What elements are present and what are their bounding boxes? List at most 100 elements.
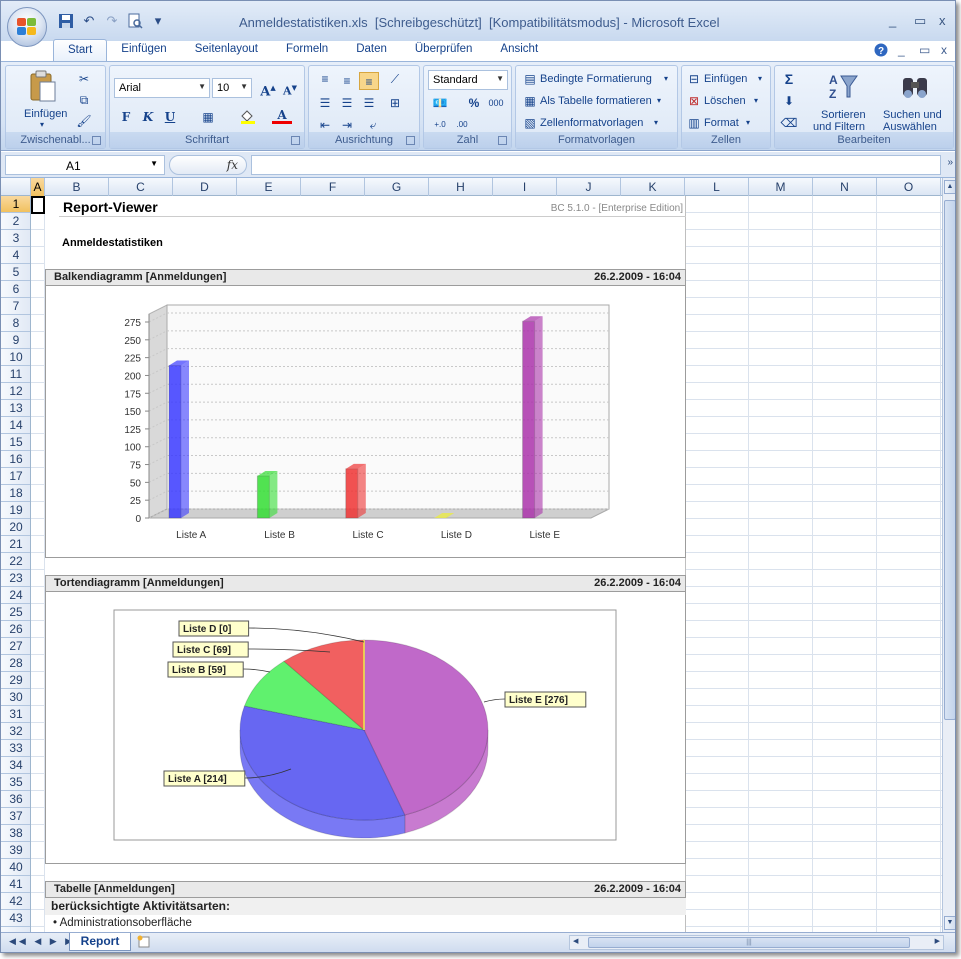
column-header-l[interactable]: L xyxy=(685,178,749,196)
row-header-28[interactable]: 28 xyxy=(1,655,30,672)
row-header-38[interactable]: 38 xyxy=(1,825,30,842)
scroll-up-icon[interactable]: ▲ xyxy=(944,180,955,194)
row-header-36[interactable]: 36 xyxy=(1,791,30,808)
vertical-scrollbar[interactable]: ▲ ▼ xyxy=(942,178,955,932)
column-header-g[interactable]: G xyxy=(365,178,429,196)
align-left-icon[interactable]: ☰ xyxy=(315,94,335,112)
italic-button[interactable]: K xyxy=(138,108,158,126)
cut-icon[interactable]: ✂ xyxy=(74,70,94,88)
number-format-combo[interactable]: Standard ▼ xyxy=(428,70,508,90)
column-header-c[interactable]: C xyxy=(109,178,173,196)
font-name-combo[interactable]: Arial ▼ xyxy=(114,78,210,98)
align-center-icon[interactable]: ☰ xyxy=(337,94,357,112)
formula-input[interactable] xyxy=(251,155,941,175)
thousands-button[interactable]: 000 xyxy=(486,94,506,112)
sheet-tab-report[interactable]: Report xyxy=(69,933,131,951)
row-header-40[interactable]: 40 xyxy=(1,859,30,876)
column-header-b[interactable]: B xyxy=(45,178,109,196)
column-header-e[interactable]: E xyxy=(237,178,301,196)
fill-color-icon[interactable] xyxy=(238,108,258,126)
row-header-32[interactable]: 32 xyxy=(1,723,30,740)
align-top-icon[interactable]: ≡ xyxy=(315,70,335,88)
undo-icon[interactable]: ↶ xyxy=(80,12,98,30)
column-header-m[interactable]: M xyxy=(749,178,813,196)
tab-formeln[interactable]: Formeln xyxy=(272,39,342,62)
merge-center-icon[interactable]: ⊞ xyxy=(385,94,405,112)
percent-button[interactable]: % xyxy=(464,94,484,112)
shrink-font-icon[interactable]: A▼ xyxy=(280,79,300,98)
row-header-18[interactable]: 18 xyxy=(1,485,30,502)
bold-button[interactable]: F xyxy=(116,108,136,126)
column-header-j[interactable]: J xyxy=(557,178,621,196)
tab-einfuegen[interactable]: Einfügen xyxy=(107,39,180,62)
vertical-scroll-thumb[interactable] xyxy=(944,200,955,720)
name-box[interactable]: A1 ▼ xyxy=(5,155,165,175)
row-header-7[interactable]: 7 xyxy=(1,298,30,315)
format-cells-button[interactable]: Format xyxy=(704,117,739,129)
chevron-down-icon[interactable]: ▾ xyxy=(758,74,762,83)
delete-cells-icon[interactable]: ⊠ xyxy=(684,92,704,110)
scroll-down-icon[interactable]: ▼ xyxy=(944,916,955,930)
row-header-43[interactable]: 43 xyxy=(1,910,30,927)
alignment-launcher-icon[interactable] xyxy=(406,136,415,145)
column-header-n[interactable]: N xyxy=(813,178,877,196)
horizontal-scrollbar[interactable]: ◀ ||| ▶ xyxy=(569,935,944,950)
clear-icon[interactable]: ⌫ xyxy=(779,114,799,132)
row-header-6[interactable]: 6 xyxy=(1,281,30,298)
row-header-17[interactable]: 17 xyxy=(1,468,30,485)
insert-function-button[interactable]: fx xyxy=(169,155,247,175)
row-header-8[interactable]: 8 xyxy=(1,315,30,332)
insert-cells-icon[interactable]: ⊟ xyxy=(684,70,704,88)
borders-icon[interactable]: ▦ xyxy=(198,108,218,126)
row-header-37[interactable]: 37 xyxy=(1,808,30,825)
insert-sheet-icon[interactable] xyxy=(135,935,157,949)
row-header-24[interactable]: 24 xyxy=(1,587,30,604)
sort-filter-label-1[interactable]: Sortieren xyxy=(821,109,866,121)
row-header-10[interactable]: 10 xyxy=(1,349,30,366)
paste-label[interactable]: Einfügen xyxy=(24,108,67,120)
row-header-13[interactable]: 13 xyxy=(1,400,30,417)
row-header-4[interactable]: 4 xyxy=(1,247,30,264)
tab-start[interactable]: Start xyxy=(53,39,108,62)
tab-ueberpruefen[interactable]: Überprüfen xyxy=(401,39,487,62)
tab-ansicht[interactable]: Ansicht xyxy=(486,39,552,62)
print-preview-icon[interactable] xyxy=(126,12,144,30)
conditional-formatting-icon[interactable]: ▤ xyxy=(520,70,540,88)
format-as-table-icon[interactable]: ▦ xyxy=(520,92,540,110)
row-header-15[interactable]: 15 xyxy=(1,434,30,451)
row-header-30[interactable]: 30 xyxy=(1,689,30,706)
horizontal-scroll-thumb[interactable]: ||| xyxy=(588,937,910,948)
row-header-27[interactable]: 27 xyxy=(1,638,30,655)
column-header-a[interactable]: A xyxy=(31,178,45,196)
column-header-h[interactable]: H xyxy=(429,178,493,196)
tab-daten[interactable]: Daten xyxy=(342,39,401,62)
sort-filter-icon[interactable]: AZ xyxy=(827,70,859,105)
selected-cell-a1[interactable] xyxy=(31,196,45,214)
align-right-icon[interactable]: ☰ xyxy=(359,94,379,112)
expand-formula-bar-icon[interactable]: » xyxy=(947,157,953,168)
row-header-26[interactable]: 26 xyxy=(1,621,30,638)
row-header-25[interactable]: 25 xyxy=(1,604,30,621)
fill-icon[interactable]: ⬇ xyxy=(779,92,799,110)
align-middle-icon[interactable]: ≡ xyxy=(337,72,357,90)
chevron-down-icon[interactable]: ▾ xyxy=(746,118,750,127)
redo-icon[interactable]: ↷ xyxy=(103,12,121,30)
insert-cells-button[interactable]: Einfügen xyxy=(704,73,747,85)
format-painter-icon[interactable]: 🖌 xyxy=(74,112,94,130)
font-size-combo[interactable]: 10 ▼ xyxy=(212,78,252,98)
row-header-11[interactable]: 11 xyxy=(1,366,30,383)
column-header-d[interactable]: D xyxy=(173,178,237,196)
orientation-icon[interactable]: ⟋ xyxy=(385,70,405,88)
cell-grid[interactable]: Report-Viewer BC 5.1.0 - [Enterprise Edi… xyxy=(31,196,942,932)
select-all-corner[interactable] xyxy=(1,178,31,196)
currency-icon[interactable]: 💶 xyxy=(430,94,450,112)
tab-seitenlayout[interactable]: Seitenlayout xyxy=(181,39,272,62)
row-header-35[interactable]: 35 xyxy=(1,774,30,791)
row-header-33[interactable]: 33 xyxy=(1,740,30,757)
doc-close-button[interactable]: x xyxy=(941,43,947,57)
format-cells-icon[interactable]: ▥ xyxy=(684,114,704,132)
column-header-i[interactable]: I xyxy=(493,178,557,196)
save-icon[interactable] xyxy=(57,12,75,30)
doc-minimize-button[interactable]: _ xyxy=(898,43,905,57)
clipboard-launcher-icon[interactable] xyxy=(92,136,101,145)
